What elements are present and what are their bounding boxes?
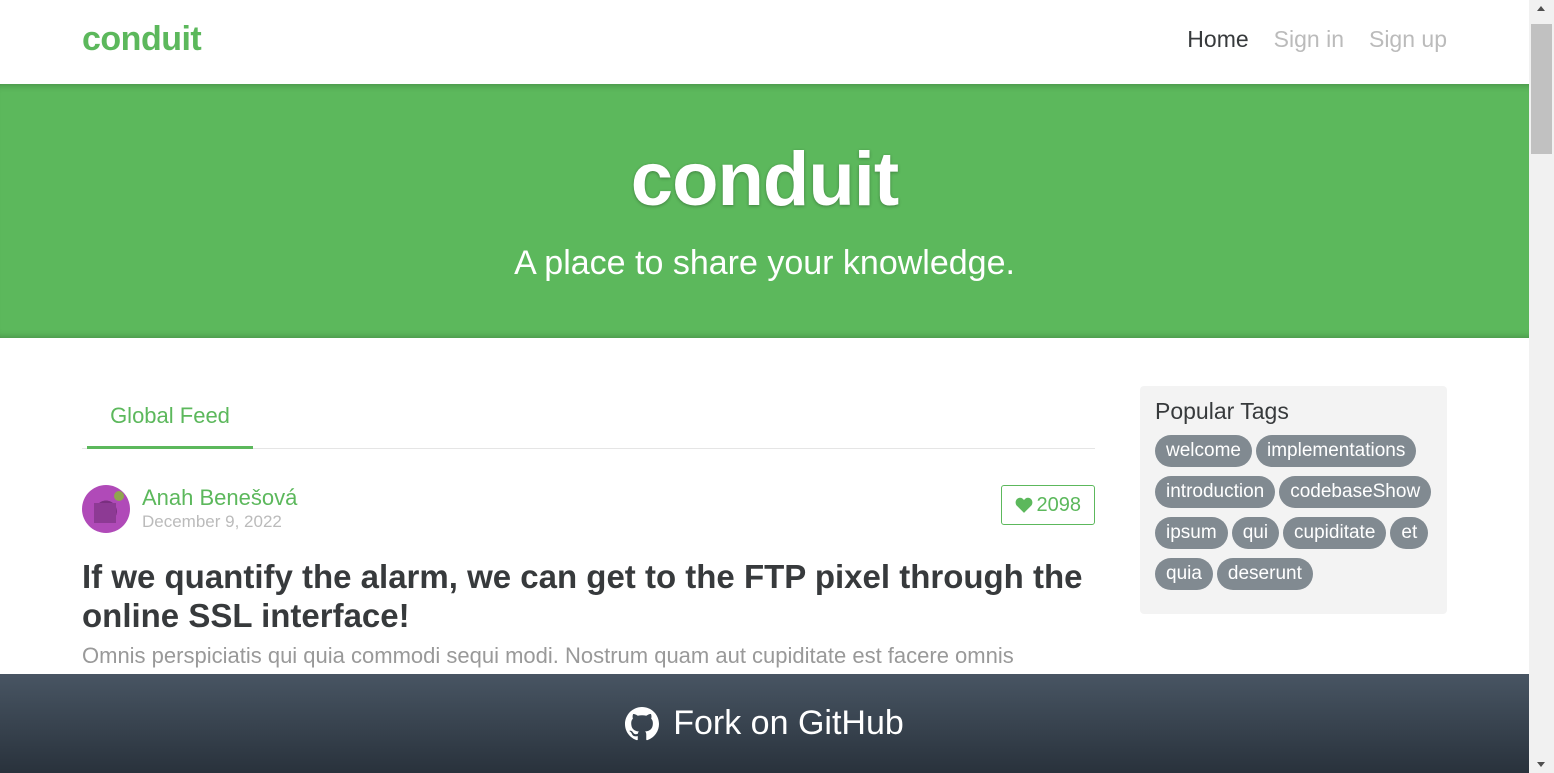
tab-global-feed[interactable]: Global Feed [87, 385, 253, 449]
banner-title: conduit [630, 137, 899, 222]
tag-pill[interactable]: quia [1155, 558, 1213, 590]
article-description: Omnis perspiciatis qui quia commodi sequ… [82, 643, 1014, 668]
github-icon [625, 706, 660, 740]
avatar[interactable] [82, 485, 130, 533]
tag-pill[interactable]: introduction [1155, 476, 1276, 508]
scrollbar-thumb[interactable] [1531, 24, 1552, 154]
fork-on-github-footer[interactable]: Fork on GitHub [0, 674, 1529, 773]
article-date: December 9, 2022 [142, 512, 282, 531]
nav-sign-up-link[interactable]: Sign up [1369, 26, 1447, 53]
page-viewport: conduit Home Sign in Sign up conduit A p… [0, 0, 1529, 773]
tag-list: welcome implementations introduction cod… [1155, 435, 1435, 590]
tag-pill[interactable]: qui [1231, 517, 1280, 549]
author-link[interactable]: Anah Benešová [142, 485, 297, 511]
scrollbar[interactable] [1529, 0, 1554, 773]
feed-tabs: Global Feed [82, 385, 1095, 449]
avatar-dot [114, 491, 124, 501]
nav-links: Home Sign in Sign up [1187, 26, 1447, 53]
tag-pill[interactable]: welcome [1155, 435, 1252, 467]
nav-home-link[interactable]: Home [1187, 26, 1248, 53]
brand-logo[interactable]: conduit [82, 20, 202, 59]
navbar: conduit Home Sign in Sign up [0, 0, 1529, 84]
tag-pill[interactable]: deserunt [1216, 558, 1313, 590]
banner-subtitle: A place to share your knowledge. [514, 244, 1015, 282]
article-title[interactable]: If we quantify the alarm, we can get to … [82, 557, 1095, 635]
tag-pill[interactable]: ipsum [1155, 517, 1228, 549]
popular-tags-sidebar: Popular Tags welcome implementations int… [1140, 386, 1447, 614]
scroll-down-arrow-icon[interactable] [1529, 756, 1554, 773]
nav-sign-in-link[interactable]: Sign in [1274, 26, 1344, 53]
favorite-count: 2098 [1036, 493, 1082, 516]
avatar-shape [94, 503, 116, 523]
banner: conduit A place to share your knowledge. [0, 84, 1529, 338]
favorite-button[interactable]: 2098 [1000, 485, 1095, 525]
heart-icon [1015, 497, 1032, 513]
scroll-up-arrow-icon[interactable] [1529, 0, 1554, 17]
tag-pill[interactable]: cupiditate [1283, 517, 1387, 549]
tag-pill[interactable]: implementations [1255, 435, 1417, 467]
tag-pill[interactable]: et [1390, 517, 1429, 549]
tag-pill[interactable]: codebaseShow [1279, 476, 1432, 508]
footer-label: Fork on GitHub [673, 704, 904, 742]
sidebar-title: Popular Tags [1155, 398, 1289, 424]
